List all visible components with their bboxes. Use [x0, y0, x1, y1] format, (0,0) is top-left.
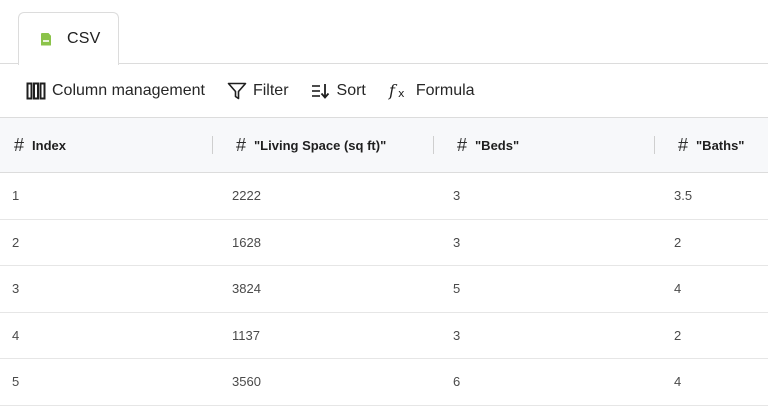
table-row[interactable]: 1 2222 3 3.5 [0, 173, 768, 220]
toolbar: Column management Filter Sort f x Formul… [0, 64, 768, 118]
cell-baths[interactable]: 2 [654, 235, 768, 250]
formula-label: Formula [415, 81, 475, 99]
columns-icon [26, 82, 46, 100]
cell-index[interactable]: 2 [0, 235, 212, 250]
column-header-label: "Beds" [475, 137, 520, 153]
numeric-type-icon: # [678, 134, 689, 155]
cell-index[interactable]: 4 [0, 328, 212, 343]
cell-beds[interactable]: 3 [433, 235, 654, 250]
filter-icon [227, 82, 247, 100]
csv-viewer: CSV Column management Filter Sort f x Fo… [0, 0, 768, 409]
cell-beds[interactable]: 3 [433, 328, 654, 343]
file-csv-icon [41, 32, 51, 46]
cell-living-space[interactable]: 3824 [212, 281, 433, 296]
cell-living-space[interactable]: 2222 [212, 188, 433, 203]
column-divider[interactable] [212, 136, 213, 154]
column-management-label: Column management [52, 81, 205, 99]
data-table: # Index # "Living Space (sq ft)" # "Beds… [0, 118, 768, 406]
cell-baths[interactable]: 4 [654, 281, 768, 296]
table-row[interactable]: 5 3560 6 4 [0, 359, 768, 406]
cell-living-space[interactable]: 1137 [212, 328, 433, 343]
table-header: # Index # "Living Space (sq ft)" # "Beds… [0, 118, 768, 173]
numeric-type-icon: # [236, 134, 247, 155]
column-header-baths[interactable]: # "Baths" [654, 118, 768, 172]
sort-icon [311, 82, 331, 100]
cell-living-space[interactable]: 3560 [212, 374, 433, 389]
column-header-label: Index [32, 137, 66, 153]
cell-beds[interactable]: 3 [433, 188, 654, 203]
cell-baths[interactable]: 4 [654, 374, 768, 389]
cell-living-space[interactable]: 1628 [212, 235, 433, 250]
function-icon: f x [388, 82, 410, 100]
tab-csv[interactable]: CSV [18, 12, 119, 65]
filter-button[interactable]: Filter [227, 82, 289, 100]
column-divider[interactable] [654, 136, 655, 154]
table-row[interactable]: 2 1628 3 2 [0, 220, 768, 266]
column-header-living-space[interactable]: # "Living Space (sq ft)" [212, 118, 433, 172]
filter-label: Filter [252, 81, 289, 99]
column-header-index[interactable]: # Index [0, 118, 212, 172]
table-row[interactable]: 3 3824 5 4 [0, 266, 768, 313]
table-row[interactable]: 4 1137 3 2 [0, 313, 768, 359]
tab-label: CSV [67, 30, 101, 47]
numeric-type-icon: # [457, 134, 468, 155]
formula-button[interactable]: f x Formula [388, 82, 475, 100]
column-divider[interactable] [433, 136, 434, 154]
cell-baths[interactable]: 2 [654, 328, 768, 343]
svg-text:f: f [388, 82, 398, 100]
column-header-label: "Living Space (sq ft)" [254, 137, 387, 153]
cell-baths[interactable]: 3.5 [654, 188, 768, 203]
cell-index[interactable]: 1 [0, 188, 212, 203]
column-header-label: "Baths" [696, 137, 745, 153]
numeric-type-icon: # [14, 134, 25, 155]
tab-bar: CSV [0, 0, 768, 65]
cell-beds[interactable]: 5 [433, 281, 654, 296]
cell-index[interactable]: 5 [0, 374, 212, 389]
column-management-button[interactable]: Column management [26, 82, 205, 100]
column-header-beds[interactable]: # "Beds" [433, 118, 654, 172]
sort-button[interactable]: Sort [311, 82, 366, 100]
svg-text:x: x [398, 87, 405, 100]
sort-label: Sort [336, 81, 366, 99]
cell-beds[interactable]: 6 [433, 374, 654, 389]
cell-index[interactable]: 3 [0, 281, 212, 296]
